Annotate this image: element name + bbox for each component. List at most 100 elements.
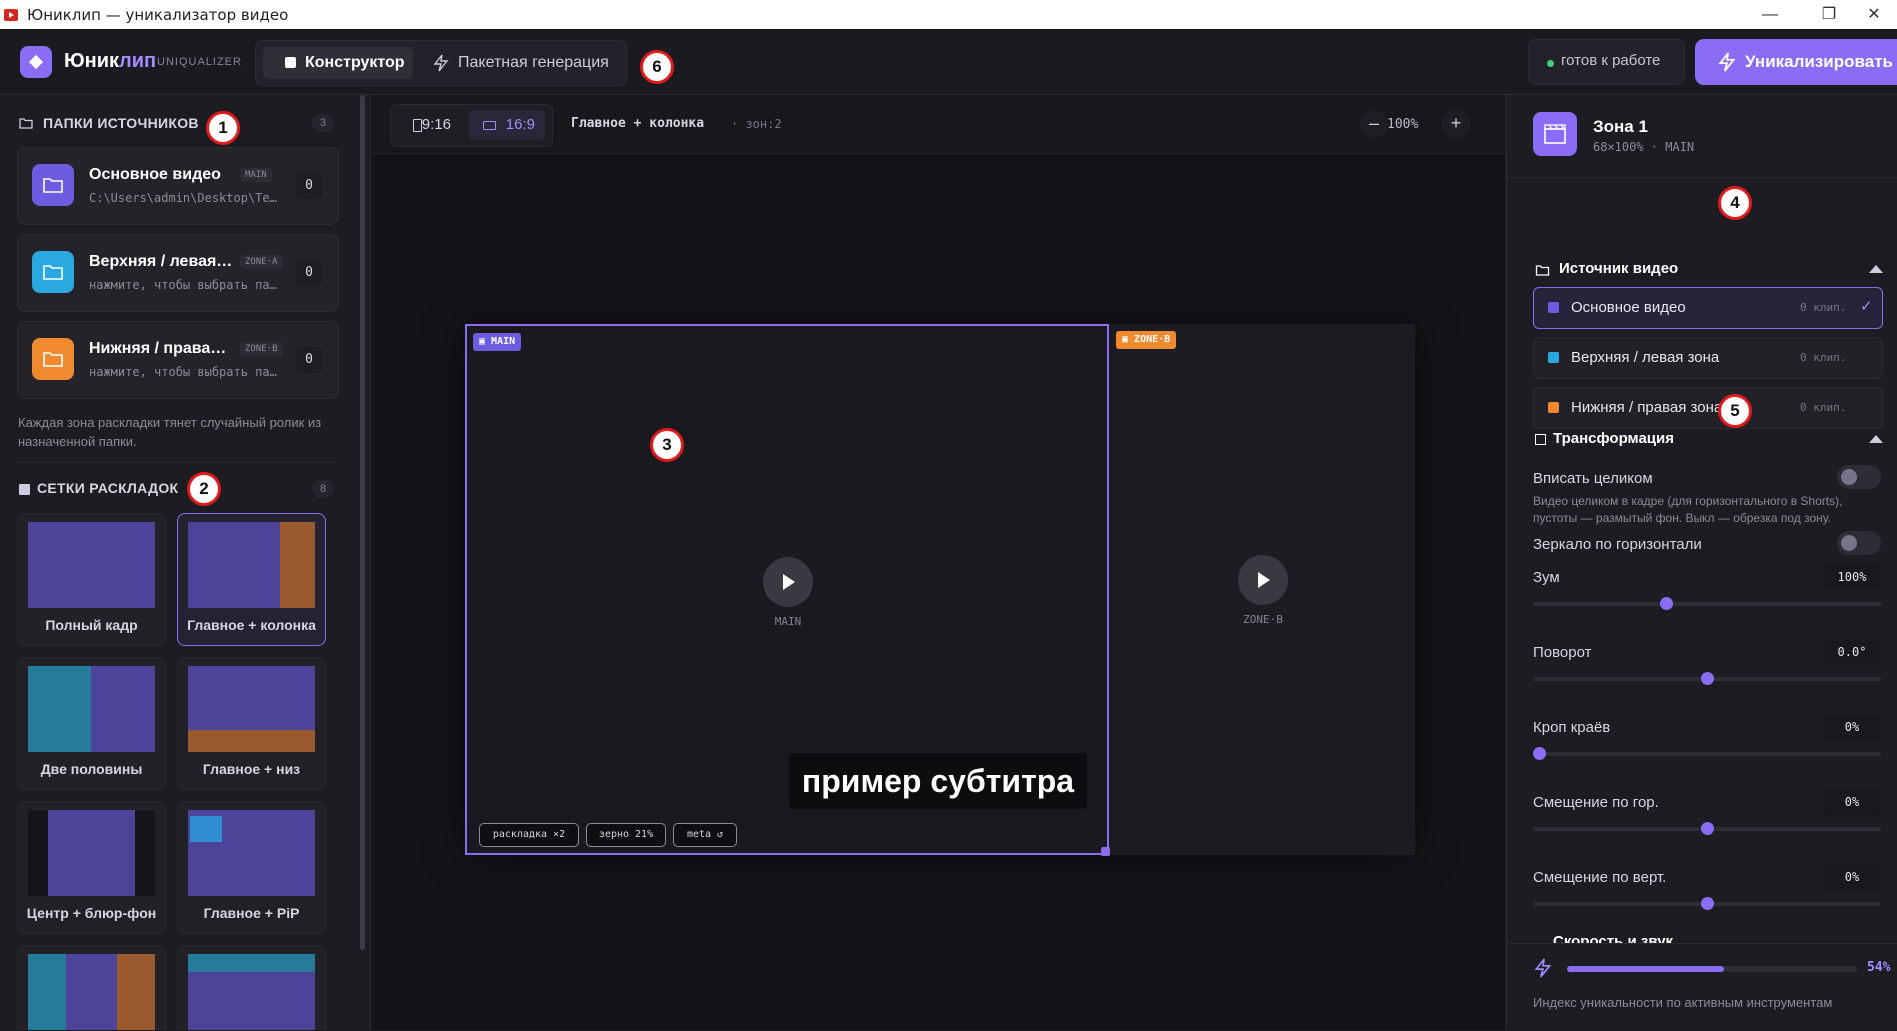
source-zone-b[interactable]: Нижняя / правая зона 0 клип. [1533,387,1883,429]
close-window-button[interactable]: ✕ [1851,0,1897,29]
grid-top-strip[interactable] [177,945,326,1030]
annotation-marker: 5 [1718,394,1752,428]
tab-constructor[interactable]: Конструктор [263,47,413,79]
clapperboard-icon [1533,112,1577,156]
grid-two-halves[interactable]: Две половины [17,657,166,790]
logo-icon [20,46,52,78]
annotation-marker: 4 [1718,186,1752,220]
slider-thumb[interactable] [1700,672,1714,685]
zone-label: MAIN [774,615,802,628]
canvas-toolbar: 9:16 16:9 Главное + колонка · зон:2 – 10… [371,95,1505,154]
left-panel: ПАПКИ ИСТОЧНИКОВ 3 Основное видео C:\Use… [0,95,371,1030]
canvas-area: 9:16 16:9 Главное + колонка · зон:2 – 10… [371,95,1505,1030]
aspect-ratio-switch: 9:16 16:9 [390,104,553,147]
grid-three-columns[interactable] [17,945,166,1030]
folder-main[interactable]: Основное видео C:\Users\admin\Desktop\Te… [17,147,339,225]
folder-count: 0 [295,347,323,373]
maximize-button[interactable]: ❐ [1806,0,1852,29]
value-field[interactable]: 0% [1823,714,1881,740]
grid-main-column[interactable]: Главное + колонка [177,513,326,646]
fit-label: Вписать целиком [1533,470,1653,487]
slider-thumb[interactable] [1533,747,1546,760]
grid-icon [19,484,30,495]
folder-zone-a[interactable]: Верхняя / левая… нажмите, чтобы выбрать … [17,234,339,312]
zoom-out-button[interactable]: – [1360,110,1388,138]
status-indicator: готов к работе [1528,39,1685,85]
chip-grain[interactable]: зерно 21% [586,823,666,847]
minimize-button[interactable]: — [1747,0,1793,29]
folder-zone-b[interactable]: Нижняя / права… нажмите, чтобы выбрать п… [17,321,339,399]
fit-description: Видео целиком в кадре (для горизонтально… [1533,494,1843,525]
grid-preview [28,522,155,608]
tab-batch-generation[interactable]: Пакетная генерация [420,47,620,79]
uniqueness-percent: 54% [1867,960,1891,975]
folders-hint: Каждая зона раскладки тянет случайный ро… [18,415,322,449]
brand-name: Юниклип [64,50,157,72]
grid-preview [28,666,155,752]
annotation-marker: 2 [187,472,221,506]
value-field[interactable]: 0% [1823,789,1881,815]
resize-handle[interactable] [1101,847,1110,856]
play-icon[interactable] [1238,555,1288,605]
window-titlebar: Юниклип — уникализатор видео — ❐ ✕ [0,0,1897,29]
transform-section-title: Трансформация [1553,430,1674,447]
slider-thumb[interactable] [1660,597,1674,610]
annotation-marker: 3 [650,428,684,462]
layout-name: Главное + колонка [571,116,705,131]
ratio-9-16-button[interactable]: 9:16 [399,110,459,140]
zoom-value: 100% [1387,117,1419,132]
grid-preview [188,810,315,896]
slider-thumb[interactable] [1700,897,1714,910]
annotation-marker: 1 [206,111,240,145]
source-zone-a[interactable]: Верхняя / левая зона 0 клип. [1533,337,1883,379]
collapse-icon[interactable] [1869,265,1883,273]
grids-title: СЕТКИ РАСКЛАДОК [37,480,179,496]
landscape-icon [483,121,496,130]
status-dot [1547,60,1554,67]
ratio-16-9-button[interactable]: 16:9 [469,110,545,140]
zone-b[interactable]: ▣ ZONE·B ZONE·B [1111,324,1415,855]
lightning-icon [433,54,449,72]
uniqueness-note: Индекс уникальности по активным инструме… [1533,995,1833,1010]
layout-preview: ▣ MAIN MAIN пример субтитра раскладка ×2… [465,324,1415,856]
square-icon [285,57,296,68]
folder-icon [32,338,74,380]
subtitle-preview[interactable]: пример субтитра [789,753,1087,809]
uniqueness-bar [1567,966,1857,972]
source-main[interactable]: Основное видео 0 клип. ✓ [1533,287,1883,329]
grid-preview [188,522,315,608]
portrait-icon [413,119,422,132]
grid-center-blur[interactable]: Центр + блюр-фон [17,801,166,934]
fit-toggle[interactable] [1837,465,1881,489]
left-scrollbar[interactable] [360,95,365,950]
grid-preview [28,810,155,896]
folder-count: 0 [295,173,323,199]
grid-main-pip[interactable]: Главное + PiP [177,801,326,934]
chip-meta[interactable]: meta ↺ [673,823,737,847]
right-panel: Зона 1 68×100% · MAIN Источник видео Осн… [1506,95,1897,1031]
chip-layout[interactable]: раскладка ×2 [479,823,579,847]
speed-section-title[interactable]: Скорость и звук [1553,933,1673,943]
mirror-toggle[interactable] [1837,531,1881,555]
zones-count: · зон:2 [731,117,782,131]
zone-main[interactable]: ▣ MAIN MAIN пример субтитра раскладка ×2… [465,324,1110,856]
value-field[interactable]: 100% [1823,564,1881,590]
value-field[interactable]: 0% [1823,864,1881,890]
value-field[interactable]: 0.0° [1823,639,1881,665]
color-swatch [1548,402,1559,413]
slider-thumb[interactable] [1700,822,1714,835]
lightning-icon [1718,52,1736,72]
mode-switcher: Конструктор Пакетная генерация [255,40,627,86]
play-icon[interactable] [763,557,813,607]
collapse-icon[interactable] [1869,435,1883,443]
uniqualize-button[interactable]: Уникализировать [1695,39,1897,85]
grid-full-frame[interactable]: Полный кадр [17,513,166,646]
grids-count: 8 [312,480,334,498]
grid-main-bottom[interactable]: Главное + низ [177,657,326,790]
zone-title: Зона 1 [1593,117,1648,136]
check-icon: ✓ [1860,298,1873,315]
zoom-in-button[interactable]: + [1442,110,1470,138]
zone-tag-b: ▣ ZONE·B [1116,331,1177,349]
folder-icon [32,251,74,293]
transform-icon [1535,434,1546,445]
